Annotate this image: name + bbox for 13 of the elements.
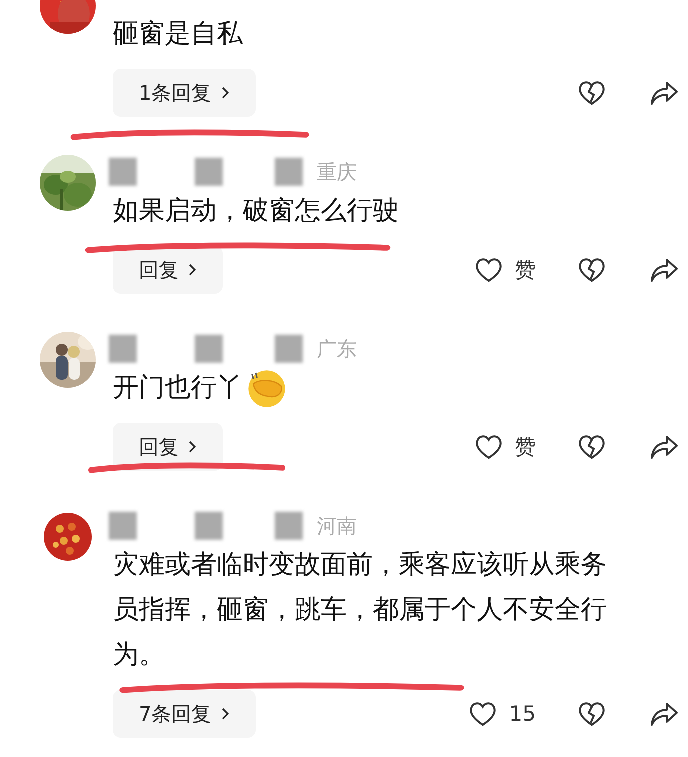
location-text: 广东 (317, 336, 357, 362)
reply-button[interactable]: 回复 (113, 246, 223, 294)
comment-text: 砸窗是自私 (113, 18, 243, 51)
comment-text: 如果启动，破窗怎么行驶 (113, 195, 399, 228)
like-button[interactable]: 15 (467, 698, 536, 730)
like-button[interactable]: 赞 (473, 254, 536, 286)
reply-button[interactable]: 7条回复 (113, 690, 256, 738)
location-text: 河南 (317, 512, 357, 540)
like-button[interactable]: 赞 (473, 431, 536, 463)
location-text: 重庆 (317, 158, 357, 186)
comment-text: 开门也行丫 (113, 372, 243, 405)
comment-text: 灾难或者临时变故面前，乘客应该听从乘务员指挥，砸窗，跳车，都属于个人不安全行为。 (113, 549, 608, 672)
reply-button[interactable]: 1条回复 (113, 69, 256, 117)
